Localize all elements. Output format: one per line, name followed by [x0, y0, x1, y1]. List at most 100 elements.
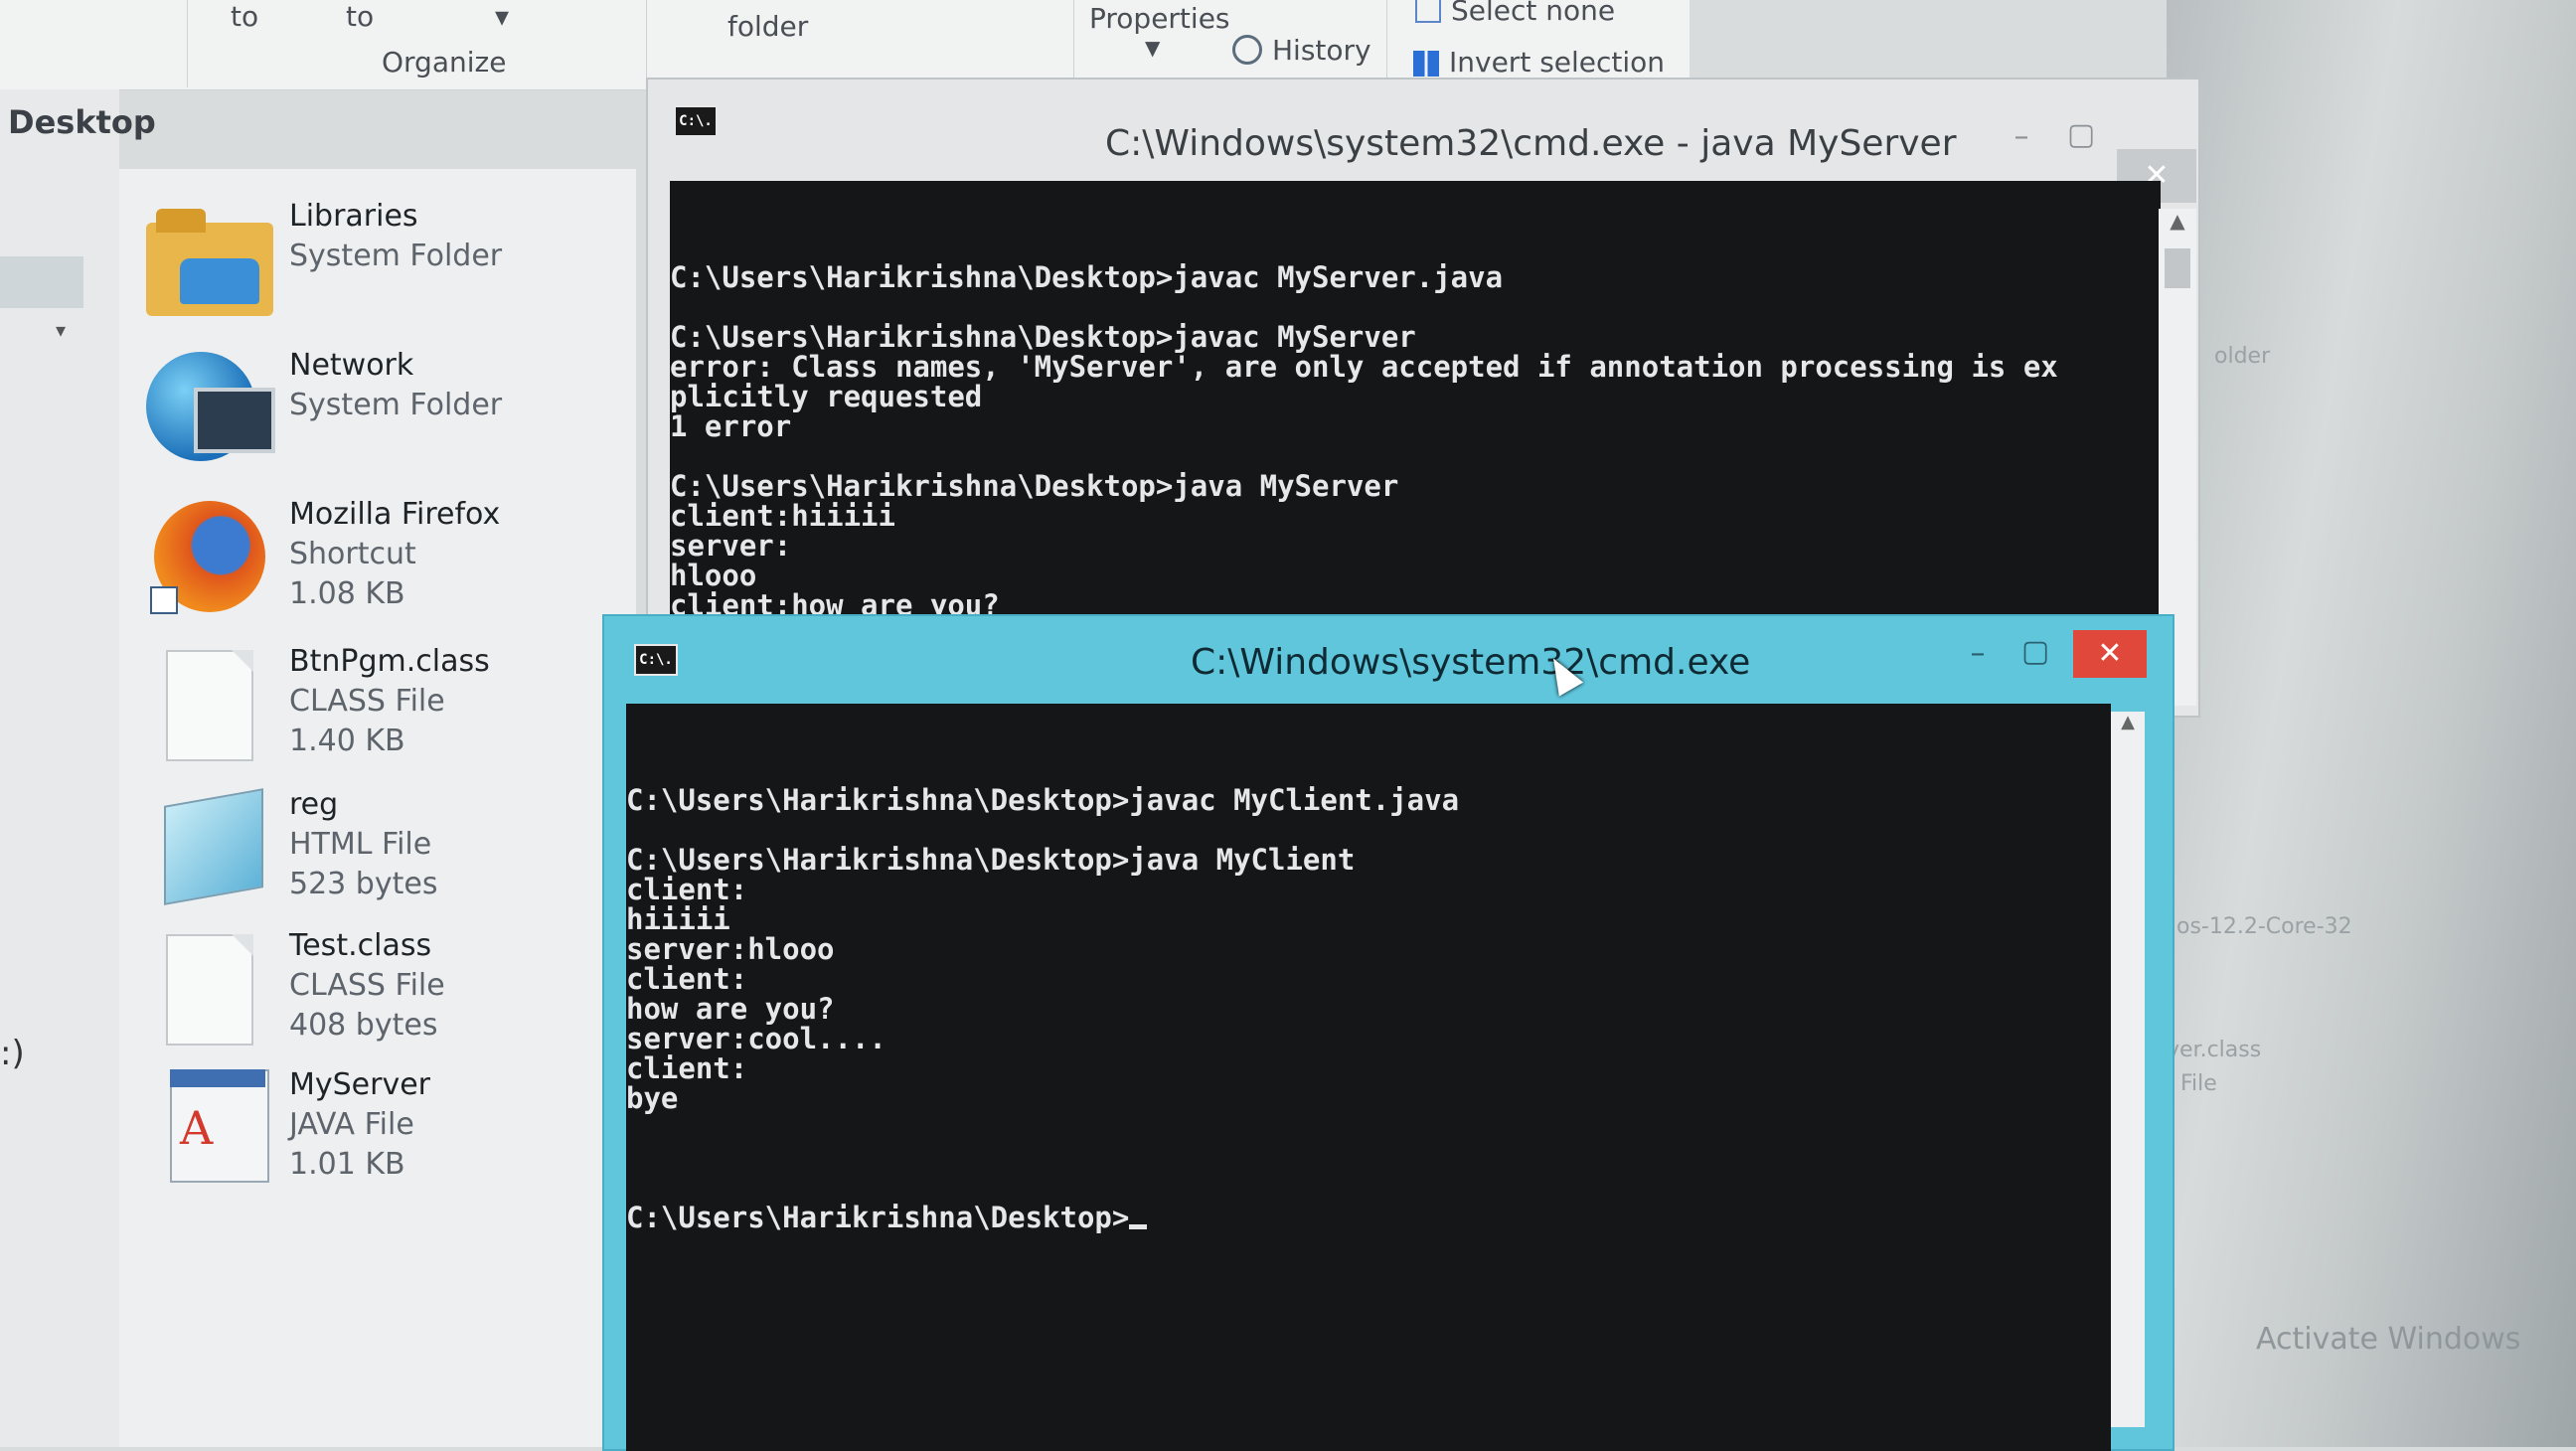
file-type: CLASS File — [289, 684, 445, 719]
client-console-window[interactable]: C:\. C:\Windows\system32\cmd.exe – ▢ ✕ C… — [602, 614, 2174, 1451]
file-size: 1.40 KB — [289, 724, 405, 758]
file-item[interactable]: Network System Folder — [144, 348, 621, 477]
console-line: C:\Users\Harikrishna\Desktop>java MyClie… — [626, 843, 1356, 877]
file-name: Libraries — [289, 199, 418, 234]
file-name: Test.class — [289, 928, 432, 963]
console-line: C:\Users\Harikrishna\Desktop>javac MyCli… — [626, 783, 1460, 817]
chevron-down-icon[interactable]: ▾ — [495, 0, 509, 33]
chevron-down-icon: ▼ — [1145, 36, 1161, 60]
console-line: server:cool.... — [626, 1022, 886, 1055]
file-type: HTML File — [289, 827, 432, 862]
activation-watermark: Activate Windows — [2256, 1322, 2521, 1357]
file-name: Network — [289, 348, 414, 383]
network-globe-icon — [144, 348, 275, 467]
file-name: MyServer — [289, 1067, 431, 1102]
ribbon-divider — [646, 0, 647, 87]
console-line: client: — [626, 873, 748, 906]
cmd-app-icon: C:\. — [674, 105, 718, 137]
background-file-name: os-12.2-Core-32 — [2176, 914, 2352, 939]
file-size: 1.01 KB — [289, 1147, 405, 1182]
navigation-pane[interactable]: ▾ :) — [0, 89, 119, 1447]
location-title: Desktop — [8, 103, 156, 141]
history-icon — [1232, 35, 1262, 65]
invert-selection-button[interactable]: Invert selection — [1413, 46, 1665, 79]
file-size: 1.08 KB — [289, 576, 405, 611]
console-line: bye — [626, 1081, 679, 1115]
file-item[interactable]: Mozilla Firefox Shortcut 1.08 KB — [144, 497, 621, 626]
history-button[interactable]: History — [1232, 34, 1371, 67]
ribbon-divider — [187, 0, 188, 87]
file-type: System Folder — [289, 388, 503, 422]
console-line: hlooo — [670, 559, 757, 592]
select-none-label: Select none — [1451, 0, 1616, 27]
text-cursor — [1129, 1224, 1148, 1229]
select-none-icon — [1415, 0, 1441, 23]
copy-to-button[interactable]: to — [346, 0, 374, 33]
maximize-button[interactable]: ▢ — [2013, 634, 2057, 669]
file-type: System Folder — [289, 239, 503, 273]
file-item[interactable]: A MyServer JAVA File 1.01 KB — [144, 1067, 621, 1197]
cmd-app-icon: C:\. — [634, 644, 678, 676]
console-line: C:\Users\Harikrishna\Desktop>javac MySer… — [670, 260, 1504, 294]
console-line: server:hlooo — [626, 932, 835, 966]
chevron-down-icon[interactable]: ▾ — [56, 318, 66, 342]
scroll-up-icon[interactable]: ▲ — [2159, 209, 2196, 233]
client-console-output[interactable]: C:\Users\Harikrishna\Desktop>javac MyCli… — [626, 704, 2111, 1451]
properties-button[interactable]: Properties — [1089, 2, 1230, 35]
new-folder-button[interactable]: folder — [727, 10, 808, 43]
file-name: reg — [289, 787, 339, 822]
background-window-area: older os-12.2-Core-32 ver.class File Act… — [2167, 0, 2576, 1447]
minimize-button[interactable]: – — [2000, 119, 2043, 154]
html-file-icon — [144, 787, 263, 906]
move-to-button[interactable]: to — [231, 0, 258, 33]
ribbon-divider — [1073, 0, 1074, 87]
console-line: server: — [670, 529, 792, 563]
class-file-icon — [144, 928, 263, 1048]
file-type: Shortcut — [289, 537, 416, 571]
console-line: plicitly requested — [670, 380, 983, 413]
console-line: C:\Users\Harikrishna\Desktop>java MyServ… — [670, 469, 1399, 503]
close-button[interactable]: ✕ — [2073, 630, 2147, 678]
file-item[interactable]: reg HTML File 523 bytes — [144, 787, 621, 916]
client-console-titlebar[interactable]: C:\. C:\Windows\system32\cmd.exe – ▢ ✕ — [604, 616, 2173, 700]
file-item[interactable]: Test.class CLASS File 408 bytes — [144, 928, 621, 1057]
file-item[interactable]: BtnPgm.class CLASS File 1.40 KB — [144, 644, 621, 773]
scroll-thumb[interactable] — [2165, 248, 2190, 288]
console-line: how are you? — [626, 992, 835, 1026]
command-prompt-line[interactable]: C:\Users\Harikrishna\Desktop> — [626, 1203, 2111, 1232]
libraries-folder-icon — [144, 199, 273, 318]
file-size: 523 bytes — [289, 867, 438, 901]
scroll-up-icon[interactable]: ▲ — [2111, 712, 2145, 732]
firefox-icon — [144, 497, 265, 616]
client-console-title: C:\Windows\system32\cmd.exe — [1191, 642, 1751, 683]
invert-selection-icon — [1413, 51, 1439, 77]
select-none-button[interactable]: Select none — [1415, 0, 1615, 27]
file-name: Mozilla Firefox — [289, 497, 501, 532]
file-type: CLASS File — [289, 968, 445, 1003]
nav-selected-item[interactable] — [0, 256, 83, 308]
console-line: hiiiii — [626, 902, 730, 936]
console-line: error: Class names, 'MyServer', are only… — [670, 350, 2058, 384]
console-line: 1 error — [670, 409, 792, 443]
ribbon-divider — [1386, 0, 1387, 87]
console-line: client:hiiiii — [670, 499, 895, 533]
history-label: History — [1272, 34, 1371, 67]
file-item[interactable]: Libraries System Folder — [144, 199, 621, 328]
background-file-type: File — [2180, 1071, 2217, 1096]
background-folder-label: older — [2214, 344, 2271, 369]
file-type: JAVA File — [289, 1107, 414, 1142]
maximize-button[interactable]: ▢ — [2059, 117, 2103, 152]
server-console-titlebar[interactable]: C:\. C:\Windows\system32\cmd.exe - java … — [648, 80, 2198, 203]
nav-partial-item: :) — [0, 1034, 25, 1073]
command-prompt: C:\Users\Harikrishna\Desktop> — [626, 1201, 1130, 1234]
console-line: C:\Users\Harikrishna\Desktop>javac MySer… — [670, 320, 1416, 354]
minimize-button[interactable]: – — [1956, 636, 2000, 671]
client-console-scrollbar[interactable]: ▲ — [2111, 712, 2145, 1427]
file-name: BtnPgm.class — [289, 644, 490, 679]
invert-selection-label: Invert selection — [1449, 46, 1666, 79]
server-console-title: C:\Windows\system32\cmd.exe - java MySer… — [1105, 123, 1957, 164]
console-line: client: — [626, 1051, 748, 1085]
